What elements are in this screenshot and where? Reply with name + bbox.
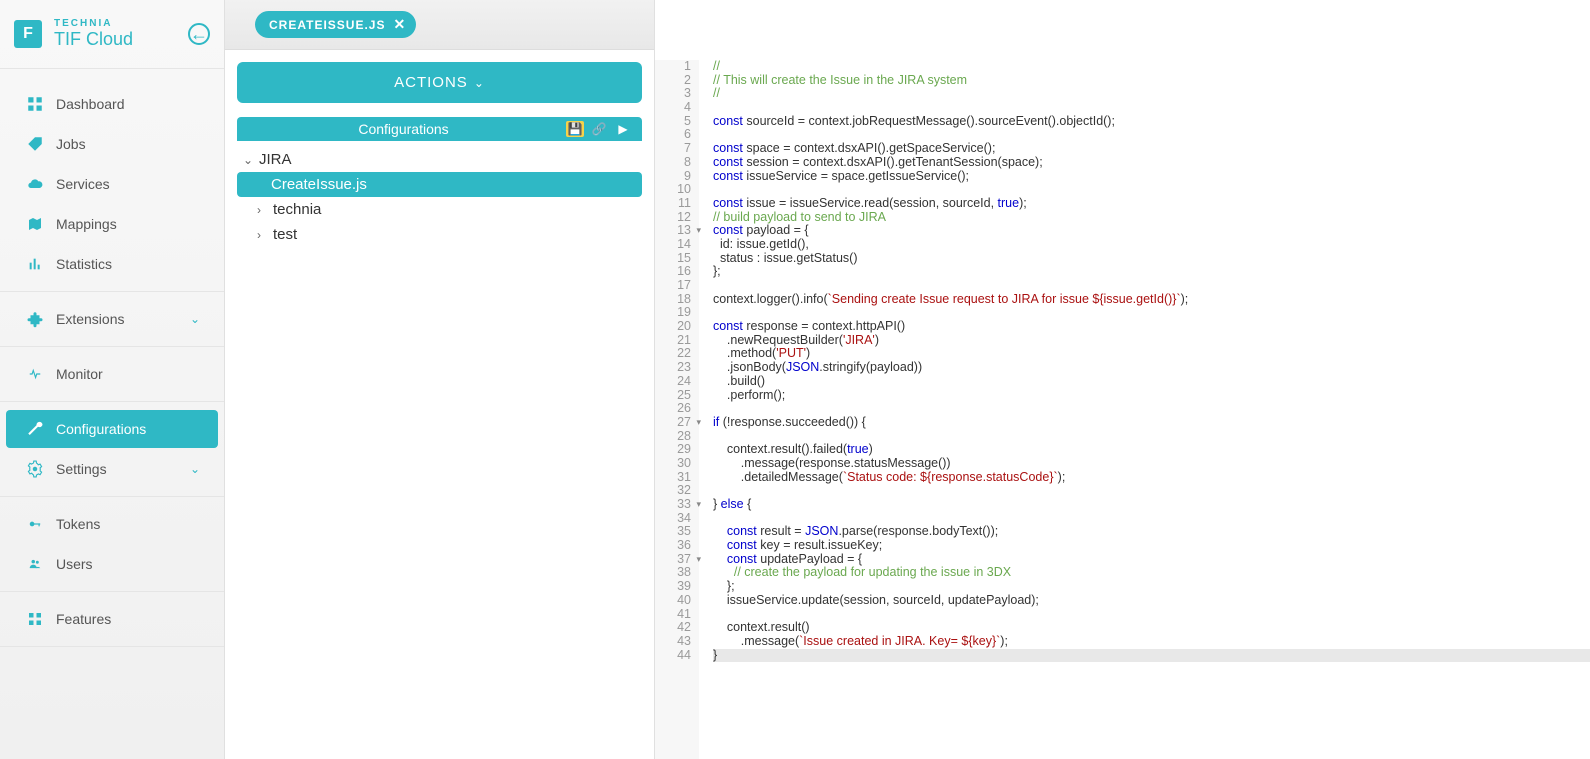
- actions-button[interactable]: ACTIONS ⌄: [237, 62, 642, 103]
- chevron-down-icon: ⌄: [243, 153, 259, 167]
- chevron-right-icon: ›: [257, 228, 273, 242]
- brand: TECHNIA TIF Cloud: [54, 18, 188, 50]
- nav-configurations[interactable]: Configurations: [6, 410, 218, 448]
- puzzle-icon: [24, 310, 46, 328]
- cloud-icon: [24, 175, 46, 193]
- nav: Dashboard Jobs Services Mappings Statist…: [0, 69, 224, 655]
- tree-label: technia: [273, 201, 321, 218]
- nav-label: Jobs: [56, 136, 86, 152]
- tree-label: test: [273, 226, 297, 243]
- tab-createissue[interactable]: CREATEISSUE.JS ✕: [255, 11, 416, 38]
- dashboard-icon: [24, 95, 46, 113]
- nav-label: Monitor: [56, 366, 103, 382]
- collapse-sidebar-button[interactable]: ←: [188, 23, 210, 45]
- nav-statistics[interactable]: Statistics: [6, 245, 218, 283]
- nav-label: Users: [56, 556, 93, 572]
- sidebar: F TECHNIA TIF Cloud ← Dashboard Jobs Ser…: [0, 0, 225, 759]
- nav-jobs[interactable]: Jobs: [6, 125, 218, 163]
- close-icon[interactable]: ✕: [393, 16, 406, 33]
- wrench-icon: [24, 420, 46, 438]
- line-gutter: 1234567891011121314151617181920212223242…: [655, 60, 699, 759]
- tree-node-test[interactable]: ›test: [237, 222, 642, 247]
- users-icon: [24, 555, 46, 573]
- config-tree: ⌄JIRA CreateIssue.js ›technia ›test: [237, 147, 642, 247]
- chevron-right-icon: ›: [257, 203, 273, 217]
- nav-label: Tokens: [56, 516, 100, 532]
- nav-dashboard[interactable]: Dashboard: [6, 85, 218, 123]
- nav-features[interactable]: Features: [6, 600, 218, 638]
- brand-small: TECHNIA: [54, 18, 188, 29]
- tab-label: CREATEISSUE.JS: [269, 18, 385, 32]
- stats-icon: [24, 255, 46, 273]
- nav-label: Configurations: [56, 421, 146, 437]
- code-content[interactable]: //// This will create the Issue in the J…: [699, 60, 1590, 759]
- logo-icon: F: [14, 20, 42, 48]
- save-icon[interactable]: 💾: [566, 121, 584, 137]
- code-editor[interactable]: 1234567891011121314151617181920212223242…: [655, 0, 1590, 759]
- nav-monitor[interactable]: Monitor: [6, 355, 218, 393]
- nav-label: Statistics: [56, 256, 112, 272]
- gear-icon: [24, 460, 46, 478]
- nav-label: Features: [56, 611, 111, 627]
- nav-settings[interactable]: Settings ⌄: [6, 450, 218, 488]
- tree-node-createissue[interactable]: CreateIssue.js: [237, 172, 642, 197]
- tree-label: CreateIssue.js: [271, 176, 367, 193]
- play-icon[interactable]: ▶: [614, 121, 632, 137]
- monitor-icon: [24, 365, 46, 383]
- tree-node-technia[interactable]: ›technia: [237, 197, 642, 222]
- chevron-down-icon: ⌄: [474, 76, 485, 90]
- link-icon[interactable]: 🔗: [590, 121, 608, 137]
- sidebar-header: F TECHNIA TIF Cloud ←: [0, 0, 224, 69]
- nav-services[interactable]: Services: [6, 165, 218, 203]
- configurations-panel-header: Configurations 💾 🔗 ▶: [237, 117, 642, 141]
- nav-label: Services: [56, 176, 110, 192]
- chevron-down-icon: ⌄: [190, 312, 200, 326]
- middle-column: CREATEISSUE.JS ✕ ACTIONS ⌄ Configuration…: [225, 0, 655, 759]
- nav-label: Mappings: [56, 216, 117, 232]
- tag-icon: [24, 135, 46, 153]
- features-icon: [24, 610, 46, 628]
- nav-label: Settings: [56, 461, 107, 477]
- key-icon: [24, 515, 46, 533]
- nav-tokens[interactable]: Tokens: [6, 505, 218, 543]
- nav-users[interactable]: Users: [6, 545, 218, 583]
- actions-label: ACTIONS: [394, 74, 468, 91]
- nav-extensions[interactable]: Extensions ⌄: [6, 300, 218, 338]
- map-icon: [24, 215, 46, 233]
- tree-label: JIRA: [259, 151, 292, 168]
- nav-label: Extensions: [56, 311, 124, 327]
- nav-label: Dashboard: [56, 96, 125, 112]
- panel-title: Configurations: [247, 121, 560, 137]
- nav-mappings[interactable]: Mappings: [6, 205, 218, 243]
- chevron-down-icon: ⌄: [190, 462, 200, 476]
- tabbar: CREATEISSUE.JS ✕: [225, 0, 654, 50]
- brand-big: TIF Cloud: [54, 29, 188, 50]
- tree-node-jira[interactable]: ⌄JIRA: [237, 147, 642, 172]
